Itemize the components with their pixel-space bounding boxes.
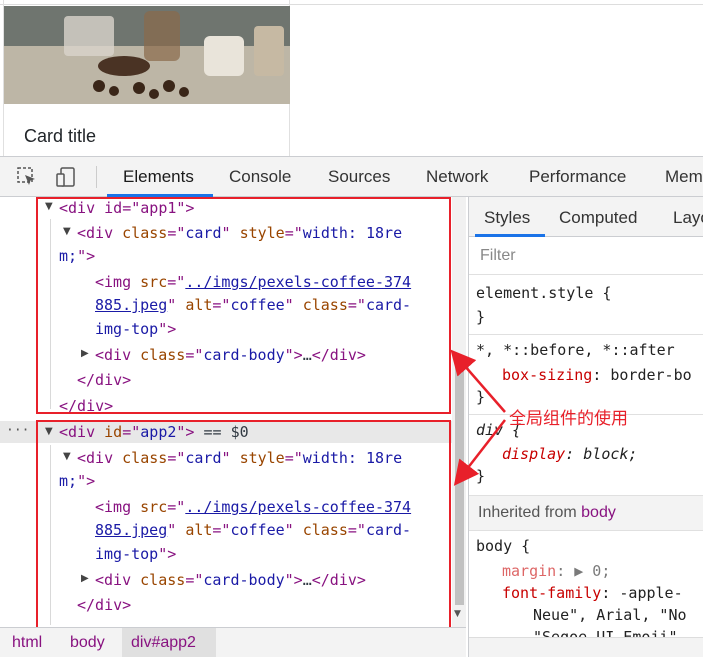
toolbar-separator xyxy=(96,166,97,188)
filter-bar: Filter xyxy=(469,237,703,275)
styles-scrollbar[interactable] xyxy=(469,637,703,657)
box-sizing-declaration[interactable]: box-sizing: border-bo xyxy=(502,364,692,386)
css-value: : border-bo xyxy=(592,366,692,384)
tab-computed[interactable]: Computed xyxy=(559,208,637,228)
breadcrumb-html[interactable]: html xyxy=(12,634,42,652)
breadcrumb-div-app2[interactable]: div#app2 xyxy=(131,634,196,652)
more-options-icon[interactable]: ··· xyxy=(6,423,29,438)
breadcrumb: html body div#app2 xyxy=(0,627,466,657)
close-brace: } xyxy=(476,467,486,485)
tab-styles[interactable]: Styles xyxy=(484,208,530,228)
tab-performance[interactable]: Performance xyxy=(529,167,626,187)
margin-declaration[interactable]: margin: ▶ 0; xyxy=(502,560,610,582)
elements-scrollbar-thumb[interactable] xyxy=(455,365,464,605)
rule-divider xyxy=(469,334,703,335)
card-image-coffee xyxy=(4,6,290,104)
css-property: font-family xyxy=(502,584,602,602)
close-brace: } xyxy=(476,388,486,406)
inherited-header: Inherited from body xyxy=(469,495,703,531)
element-style-rule[interactable]: element.style { xyxy=(476,282,611,304)
card: Card title xyxy=(3,0,290,156)
tab-layout[interactable]: Layo xyxy=(673,208,703,228)
filter-input[interactable]: Filter xyxy=(480,247,516,265)
device-toggle-icon[interactable] xyxy=(55,166,77,188)
close-brace: } xyxy=(476,308,486,326)
annotation-label: 全局组件的使用 xyxy=(509,409,628,429)
css-value: : ▶ 0; xyxy=(556,562,611,580)
styles-tabbar: Styles Computed Layo xyxy=(469,197,703,237)
css-property: box-sizing xyxy=(502,366,593,384)
scroll-down-arrow-icon[interactable]: ▼ xyxy=(454,609,461,619)
display-declaration[interactable]: display: block; xyxy=(502,443,637,465)
body-selector[interactable]: body { xyxy=(476,535,530,557)
font-family-declaration[interactable]: font-family: -apple- xyxy=(502,582,683,604)
tab-console[interactable]: Console xyxy=(229,167,291,187)
css-value: : block; xyxy=(565,445,638,463)
breadcrumb-body[interactable]: body xyxy=(70,634,105,652)
css-property: margin xyxy=(502,562,557,580)
inherited-label: Inherited from body xyxy=(478,504,616,522)
font-family-cont: Neue", Arial, "No xyxy=(533,606,687,624)
devtools-toolbar: Elements Console Sources Network Perform… xyxy=(0,156,703,197)
annotation-box-app1 xyxy=(36,197,451,414)
annotation-box-app2 xyxy=(36,420,451,637)
tab-network[interactable]: Network xyxy=(426,167,488,187)
css-value: : -apple- xyxy=(601,584,683,602)
inherited-text: Inherited from xyxy=(478,504,582,521)
page-preview: Card title xyxy=(0,0,703,156)
tab-sources[interactable]: Sources xyxy=(328,167,390,187)
tab-memory[interactable]: Mem xyxy=(665,167,703,187)
css-property: display xyxy=(502,445,566,463)
tab-elements[interactable]: Elements xyxy=(123,167,194,187)
universal-selector[interactable]: *, *::before, *::after xyxy=(476,339,675,361)
inherited-from-link[interactable]: body xyxy=(581,504,616,521)
card-title: Card title xyxy=(24,126,97,146)
inspect-element-icon[interactable] xyxy=(16,166,38,188)
